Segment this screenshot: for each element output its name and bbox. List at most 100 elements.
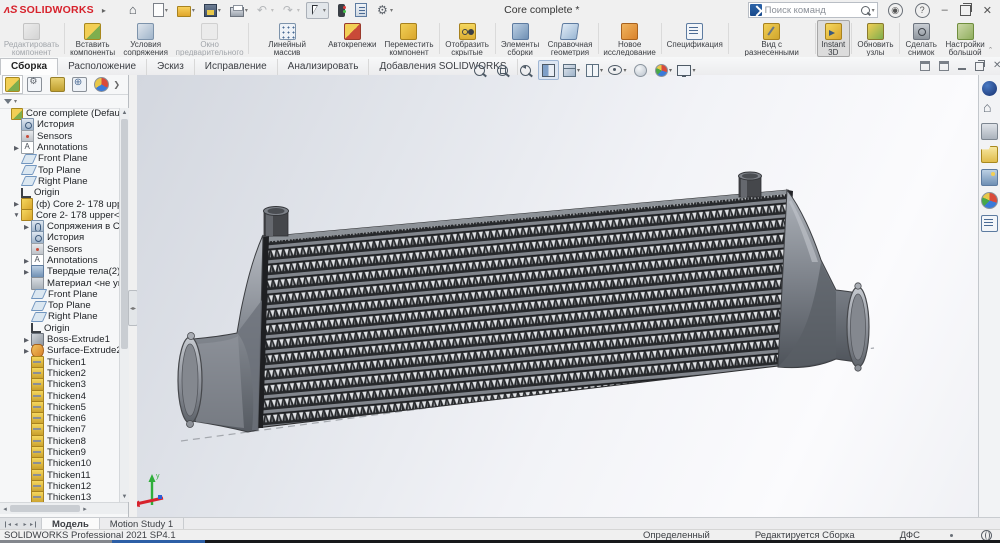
taskpane-home-icon[interactable] <box>982 102 997 117</box>
tree-filter[interactable]: ▾ <box>0 95 128 109</box>
dropdown-caret-icon[interactable]: ▾ <box>623 67 626 74</box>
tree-item[interactable]: Origin <box>0 187 119 198</box>
search-caret-icon[interactable]: ▾ <box>872 7 875 14</box>
tree-item[interactable]: ▶(ф) Core 2- 178 upper<1> (Default <box>0 198 119 209</box>
dropdown-caret-icon[interactable]: ▾ <box>323 7 326 14</box>
tree-item[interactable]: Front Plane <box>0 153 119 164</box>
tab-эскиз[interactable]: Эскиз <box>147 59 195 75</box>
tree-item[interactable]: Thicken11 <box>0 470 119 481</box>
dropdown-caret-icon[interactable]: ▾ <box>669 67 672 74</box>
zoom-fit-button[interactable] <box>469 60 490 80</box>
edit-appearance-button[interactable] <box>630 60 651 80</box>
tree-item[interactable]: Thicken2 <box>0 368 119 379</box>
dropdown-caret-icon[interactable]: ▾ <box>245 7 248 14</box>
search-icon[interactable] <box>861 6 870 15</box>
doc-restore-button[interactable] <box>975 62 984 71</box>
dropdown-caret-icon[interactable]: ▾ <box>297 7 300 14</box>
tree-item[interactable]: Thicken1 <box>0 357 119 368</box>
panel-tab-dimxpertmanager[interactable] <box>69 75 90 94</box>
ribbon-button-insert-components[interactable]: Вставить компоненты▾ <box>66 20 119 57</box>
ribbon-button-smart-fasteners[interactable]: Автокрепежи <box>324 20 380 57</box>
display-style-button[interactable]: ▾ <box>584 60 605 80</box>
ribbon-button-show-hidden[interactable]: Отобразить скрытые компоненты <box>440 20 493 57</box>
tree-item[interactable]: ▶Annotations <box>0 255 119 266</box>
tree-item[interactable]: Right Plane <box>0 176 119 187</box>
dropdown-caret-icon[interactable]: ▾ <box>271 7 274 14</box>
tree-item[interactable]: Thicken4 <box>0 390 119 401</box>
ribbon-button-exploded-view[interactable]: Вид с разнесенными частями▾ <box>730 20 814 57</box>
left-top-port[interactable] <box>264 207 289 237</box>
panel-tab-displaymanager[interactable] <box>91 75 112 94</box>
home-button[interactable] <box>126 2 145 19</box>
taskpane-file-explorer-icon[interactable] <box>981 146 998 163</box>
dropdown-caret-icon[interactable]: ▾ <box>192 7 195 14</box>
new-window-icon[interactable] <box>920 61 930 71</box>
ribbon-button-snapshot[interactable]: Сделать снимок <box>901 20 941 57</box>
tree-item[interactable]: История <box>0 232 119 243</box>
taskpane-resources-icon[interactable] <box>982 81 997 96</box>
taskpane-view-palette-icon[interactable] <box>981 169 998 186</box>
section-view-button[interactable] <box>538 60 559 80</box>
ribbon-button-mate[interactable]: Условия сопряжения <box>119 20 172 57</box>
help-icon[interactable]: ? <box>915 3 930 18</box>
tree-item[interactable]: Core complete (Default<Display State <box>0 108 119 119</box>
expand-arrow-icon[interactable]: ▶ <box>12 144 21 152</box>
panel-tab-overflow-icon[interactable]: ❯ <box>113 80 120 89</box>
study-nav-icon[interactable]: ▸❙ <box>30 521 38 528</box>
tree-item[interactable]: ▼Core 2- 178 upper<2> (Default<< <box>0 210 119 221</box>
scroll-right-icon[interactable]: ▸ <box>80 505 90 513</box>
save-button[interactable]: ▾ <box>201 1 224 19</box>
study-nav-icon[interactable]: ◂ <box>12 521 20 528</box>
ribbon-button-linear-pattern[interactable]: Линейный массив компонентов▾ <box>250 20 324 57</box>
filter-caret-icon[interactable]: ▾ <box>14 98 17 105</box>
expand-arrow-icon[interactable]: ▶ <box>22 347 31 355</box>
tree-item[interactable]: Top Plane <box>0 164 119 175</box>
zoom-area-button[interactable] <box>492 60 513 80</box>
tree-item[interactable]: Thicken9 <box>0 447 119 458</box>
scrollbar-thumb[interactable] <box>10 505 80 512</box>
ribbon-button-assembly-features[interactable]: Элементы сборки▾ <box>497 20 544 57</box>
dropdown-caret-icon[interactable]: ▾ <box>165 7 168 14</box>
ribbon-button-move-component[interactable]: Переместить компонент▾ <box>380 20 437 57</box>
study-nav-icon[interactable]: ▸ <box>21 521 29 528</box>
ribbon-button-reference-geometry[interactable]: Справочная геометрия▾ <box>543 20 596 57</box>
expand-arrow-icon[interactable]: ▶ <box>12 200 21 208</box>
tab-сборка[interactable]: Сборка <box>0 58 58 75</box>
dropdown-caret-icon[interactable]: ▾ <box>577 67 580 74</box>
expand-arrow-icon[interactable]: ▼ <box>12 212 21 219</box>
tree-item[interactable]: Front Plane <box>0 289 119 300</box>
close-button[interactable]: ✕ <box>983 4 992 17</box>
panel-splitter[interactable]: ◂▸ <box>128 75 137 517</box>
tree-item[interactable]: Thicken6 <box>0 413 119 424</box>
panel-tab-propertymanager[interactable] <box>24 75 45 94</box>
taskpane-design-library-icon[interactable] <box>981 123 998 140</box>
tree-item[interactable]: Thicken13 <box>0 492 119 502</box>
restore-button[interactable] <box>960 5 971 16</box>
taskpane-custom-properties-icon[interactable] <box>981 215 998 232</box>
tab-расположение[interactable]: Расположение <box>58 59 147 75</box>
apply-scene-button[interactable]: ▾ <box>653 60 674 80</box>
tree-item[interactable]: Sensors <box>0 244 119 255</box>
undo-button[interactable]: ▾ <box>254 2 277 19</box>
menu-expand-icon[interactable]: ▸ <box>102 6 106 15</box>
redo-button[interactable]: ▾ <box>280 2 303 19</box>
tree-item[interactable]: Thicken10 <box>0 458 119 469</box>
hide-show-items-button[interactable]: ▾ <box>607 60 628 80</box>
study-nav-icon[interactable]: ❙◂ <box>3 521 11 528</box>
graphics-viewport[interactable]: x y <box>137 75 978 517</box>
tree-item[interactable]: Thicken12 <box>0 481 119 492</box>
new-document-button[interactable]: ▾ <box>148 1 171 19</box>
command-search[interactable]: Поиск команд ▾ <box>748 2 878 18</box>
tree-item[interactable]: ▶Annotations <box>0 142 119 153</box>
tree-item[interactable]: Thicken8 <box>0 436 119 447</box>
ribbon-button-speedpak[interactable]: Обновить узлы сборки SpeedPak <box>853 20 898 57</box>
tab-анализировать[interactable]: Анализировать <box>278 59 370 75</box>
tree-item[interactable]: Right Plane <box>0 311 119 322</box>
tree-item[interactable]: ▶Сопряжения в Core complete <box>0 221 119 232</box>
tree-item[interactable]: Thicken5 <box>0 402 119 413</box>
doc-close-button[interactable]: ✕ <box>993 62 1000 70</box>
tree-item[interactable]: Top Plane <box>0 300 119 311</box>
tree-item[interactable]: Thicken7 <box>0 424 119 435</box>
scroll-left-icon[interactable]: ◂ <box>0 505 10 513</box>
select-button[interactable]: ▾ <box>306 2 329 19</box>
